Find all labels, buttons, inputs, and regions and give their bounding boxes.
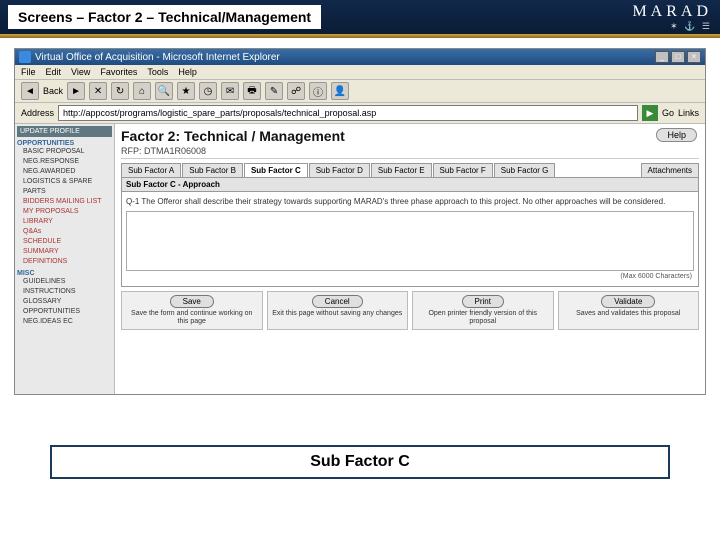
validate-button[interactable]: Validate <box>601 295 655 308</box>
sidebar-item[interactable]: LOGISTICS & SPARE PARTS <box>17 177 112 197</box>
page-content: UPDATE PROFILE OPPORTUNITIES BASIC PROPO… <box>15 124 705 394</box>
menu-bar: File Edit View Favorites Tools Help <box>15 65 705 80</box>
go-label: Go <box>662 108 674 118</box>
sidebar-item[interactable]: NEG.IDEAS EC <box>17 317 112 327</box>
history-icon[interactable]: ◷ <box>199 82 217 100</box>
search-icon[interactable]: 🔍 <box>155 82 173 100</box>
print-desc: Open printer friendly version of this pr… <box>417 310 549 326</box>
window-title: Virtual Office of Acquisition - Microsof… <box>35 52 280 63</box>
action-row: Save Save the form and continue working … <box>121 291 699 330</box>
brand-glyphs: ✶ ⚓ ☰ <box>632 21 712 32</box>
sidebar-sec-opportunities[interactable]: OPPORTUNITIES <box>17 140 112 147</box>
address-label: Address <box>21 108 54 118</box>
back-button[interactable]: ◄ <box>21 82 39 100</box>
sidebar-item[interactable]: BASIC PROPOSAL <box>17 147 112 157</box>
maximize-button[interactable]: □ <box>671 51 685 63</box>
research-icon[interactable]: ⓘ <box>309 82 327 100</box>
toolbar: ◄ Back ► ✕ ↻ ⌂ 🔍 ★ ◷ ✉ 🖶 ✎ ☍ ⓘ 👤 <box>15 80 705 103</box>
sidebar-sec-misc[interactable]: MISC <box>17 270 112 277</box>
tab-subfactor-e[interactable]: Sub Factor E <box>371 163 432 177</box>
brand-logo: MARAD <box>632 3 712 21</box>
factor-title: Factor 2: Technical / Management <box>121 128 699 144</box>
main-panel: Help Factor 2: Technical / Management RF… <box>115 124 705 394</box>
sidebar-item[interactable]: OPPORTUNITIES <box>17 307 112 317</box>
cancel-button[interactable]: Cancel <box>312 295 363 308</box>
menu-edit[interactable]: Edit <box>46 67 62 77</box>
brand-block: MARAD ✶ ⚓ ☰ <box>632 3 712 32</box>
sidebar: UPDATE PROFILE OPPORTUNITIES BASIC PROPO… <box>15 124 115 394</box>
menu-file[interactable]: File <box>21 67 36 77</box>
rfp-id: RFP: DTMA1R06008 <box>121 146 699 159</box>
home-button[interactable]: ⌂ <box>133 82 151 100</box>
links-label[interactable]: Links <box>678 108 699 118</box>
slide-title: Screens – Factor 2 – Technical/Managemen… <box>8 5 321 29</box>
discuss-icon[interactable]: ☍ <box>287 82 305 100</box>
forward-button[interactable]: ► <box>67 82 85 100</box>
address-bar: Address ▶ Go Links <box>15 103 705 124</box>
save-button[interactable]: Save <box>170 295 214 308</box>
minimize-button[interactable]: _ <box>655 51 669 63</box>
sidebar-item[interactable]: Q&As <box>17 227 112 237</box>
messenger-icon[interactable]: 👤 <box>331 82 349 100</box>
slide-caption: Sub Factor C <box>50 445 670 479</box>
char-limit-note: (Max 6000 Characters) <box>126 271 694 282</box>
window-controls: _ □ × <box>655 51 701 63</box>
sidebar-item[interactable]: BIDDERS MAILING LIST <box>17 197 112 207</box>
accent-bar <box>0 34 720 38</box>
refresh-button[interactable]: ↻ <box>111 82 129 100</box>
tab-subfactor-a[interactable]: Sub Factor A <box>121 163 181 177</box>
print-button[interactable]: Print <box>462 295 504 308</box>
browser-window: Virtual Office of Acquisition - Microsof… <box>14 48 706 395</box>
answer-textarea[interactable] <box>126 211 694 271</box>
menu-tools[interactable]: Tools <box>147 67 168 77</box>
go-button[interactable]: ▶ <box>642 105 658 121</box>
menu-help[interactable]: Help <box>178 67 197 77</box>
window-titlebar: Virtual Office of Acquisition - Microsof… <box>15 49 705 65</box>
sidebar-item[interactable]: MY PROPOSALS <box>17 207 112 217</box>
back-label: Back <box>43 86 63 96</box>
validate-desc: Saves and validates this proposal <box>563 310 695 318</box>
ie-icon <box>19 51 31 63</box>
print-icon[interactable]: 🖶 <box>243 82 261 100</box>
sidebar-item[interactable]: GLOSSARY <box>17 297 112 307</box>
sidebar-item[interactable]: SUMMARY <box>17 247 112 257</box>
tab-subfactor-d[interactable]: Sub Factor D <box>309 163 370 177</box>
close-button[interactable]: × <box>687 51 701 63</box>
action-cancel: Cancel Exit this page without saving any… <box>267 291 409 330</box>
favorites-icon[interactable]: ★ <box>177 82 195 100</box>
sidebar-item[interactable]: DEFINITIONS <box>17 257 112 267</box>
save-desc: Save the form and continue working on th… <box>126 310 258 326</box>
action-save: Save Save the form and continue working … <box>121 291 263 330</box>
subfactor-tabs: Sub Factor A Sub Factor B Sub Factor C S… <box>121 163 699 177</box>
subfactor-panel: Sub Factor C - Approach Q-1 The Offeror … <box>121 177 699 287</box>
action-validate: Validate Saves and validates this propos… <box>558 291 700 330</box>
help-button[interactable]: Help <box>656 128 697 142</box>
action-print: Print Open printer friendly version of t… <box>412 291 554 330</box>
sidebar-item[interactable]: NEG.RESPONSE <box>17 157 112 167</box>
mail-icon[interactable]: ✉ <box>221 82 239 100</box>
sidebar-item[interactable]: SCHEDULE <box>17 237 112 247</box>
tab-attachments[interactable]: Attachments <box>641 163 699 177</box>
tab-subfactor-g[interactable]: Sub Factor G <box>494 163 556 177</box>
stop-button[interactable]: ✕ <box>89 82 107 100</box>
tab-subfactor-c[interactable]: Sub Factor C <box>244 163 308 177</box>
slide-header: Screens – Factor 2 – Technical/Managemen… <box>0 0 720 34</box>
question-text: Q-1 The Offeror shall describe their str… <box>126 196 694 207</box>
sidebar-update-profile[interactable]: UPDATE PROFILE <box>17 126 112 137</box>
tab-subfactor-b[interactable]: Sub Factor B <box>182 163 243 177</box>
sidebar-item[interactable]: INSTRUCTIONS <box>17 287 112 297</box>
panel-header: Sub Factor C - Approach <box>122 178 698 192</box>
sidebar-item[interactable]: LIBRARY <box>17 217 112 227</box>
menu-view[interactable]: View <box>71 67 90 77</box>
sidebar-item[interactable]: GUIDELINES <box>17 277 112 287</box>
tab-subfactor-f[interactable]: Sub Factor F <box>433 163 493 177</box>
cancel-desc: Exit this page without saving any change… <box>272 310 404 318</box>
address-input[interactable] <box>58 105 638 121</box>
edit-icon[interactable]: ✎ <box>265 82 283 100</box>
sidebar-item[interactable]: NEG.AWARDED <box>17 167 112 177</box>
menu-favorites[interactable]: Favorites <box>100 67 137 77</box>
